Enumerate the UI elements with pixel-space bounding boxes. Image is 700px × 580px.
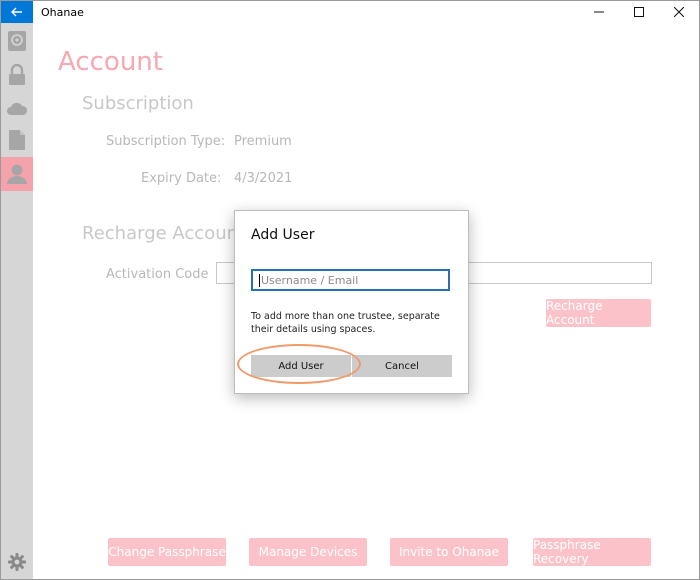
- title-bar: Ohanae: [1, 1, 699, 23]
- sidebar-item-account[interactable]: [1, 157, 33, 191]
- text-caret: [259, 274, 260, 287]
- settings-button[interactable]: [1, 545, 33, 579]
- back-button[interactable]: [1, 1, 33, 23]
- cancel-button[interactable]: Cancel: [352, 355, 452, 377]
- page-title: Account: [58, 47, 163, 77]
- username-email-placeholder: Username / Email: [261, 273, 359, 287]
- expiry-date-label: Expiry Date:: [141, 171, 222, 186]
- dialog-help-text: To add more than one trustee, separate t…: [251, 311, 440, 335]
- app-title: Ohanae: [41, 5, 84, 19]
- lock-icon: [9, 64, 25, 85]
- maximize-button[interactable]: [619, 1, 659, 23]
- sidebar-item-documents[interactable]: [1, 123, 33, 157]
- close-button[interactable]: [659, 1, 699, 23]
- gear-icon: [8, 553, 26, 571]
- document-icon: [9, 130, 25, 150]
- subscription-heading: Subscription: [82, 93, 194, 114]
- change-passphrase-button[interactable]: Change Passphrase: [108, 538, 226, 566]
- app-window: Ohanae Account Subscription Subscription…: [0, 0, 700, 580]
- invite-to-ohanae-button[interactable]: Invite to Ohanae: [390, 538, 508, 566]
- manage-devices-button[interactable]: Manage Devices: [249, 538, 367, 566]
- dialog-title: Add User: [251, 227, 315, 243]
- highlight-ring: [237, 344, 361, 384]
- cloud-icon: [7, 102, 28, 115]
- subscription-type-label: Subscription Type:: [106, 134, 226, 149]
- sidebar-item-cloud[interactable]: [1, 91, 33, 125]
- back-arrow-icon: [11, 7, 22, 17]
- minimize-button[interactable]: [579, 1, 619, 23]
- safe-icon: [8, 31, 26, 51]
- minimize-icon: [594, 11, 604, 13]
- sidebar: [1, 23, 33, 579]
- username-email-input[interactable]: Username / Email: [251, 269, 450, 291]
- close-icon: [674, 7, 684, 17]
- user-icon: [7, 164, 27, 184]
- recharge-account-button[interactable]: Recharge Account: [546, 299, 651, 327]
- passphrase-recovery-button[interactable]: Passphrase Recovery: [533, 538, 651, 566]
- expiry-date-value: 4/3/2021: [234, 171, 293, 186]
- activation-code-label: Activation Code: [106, 267, 209, 282]
- sidebar-item-lock[interactable]: [1, 58, 33, 92]
- window-controls: [579, 1, 699, 23]
- maximize-icon: [634, 7, 644, 17]
- subscription-type-value: Premium: [234, 134, 292, 149]
- sidebar-item-safe[interactable]: [1, 24, 33, 58]
- recharge-heading: Recharge Account: [82, 223, 246, 244]
